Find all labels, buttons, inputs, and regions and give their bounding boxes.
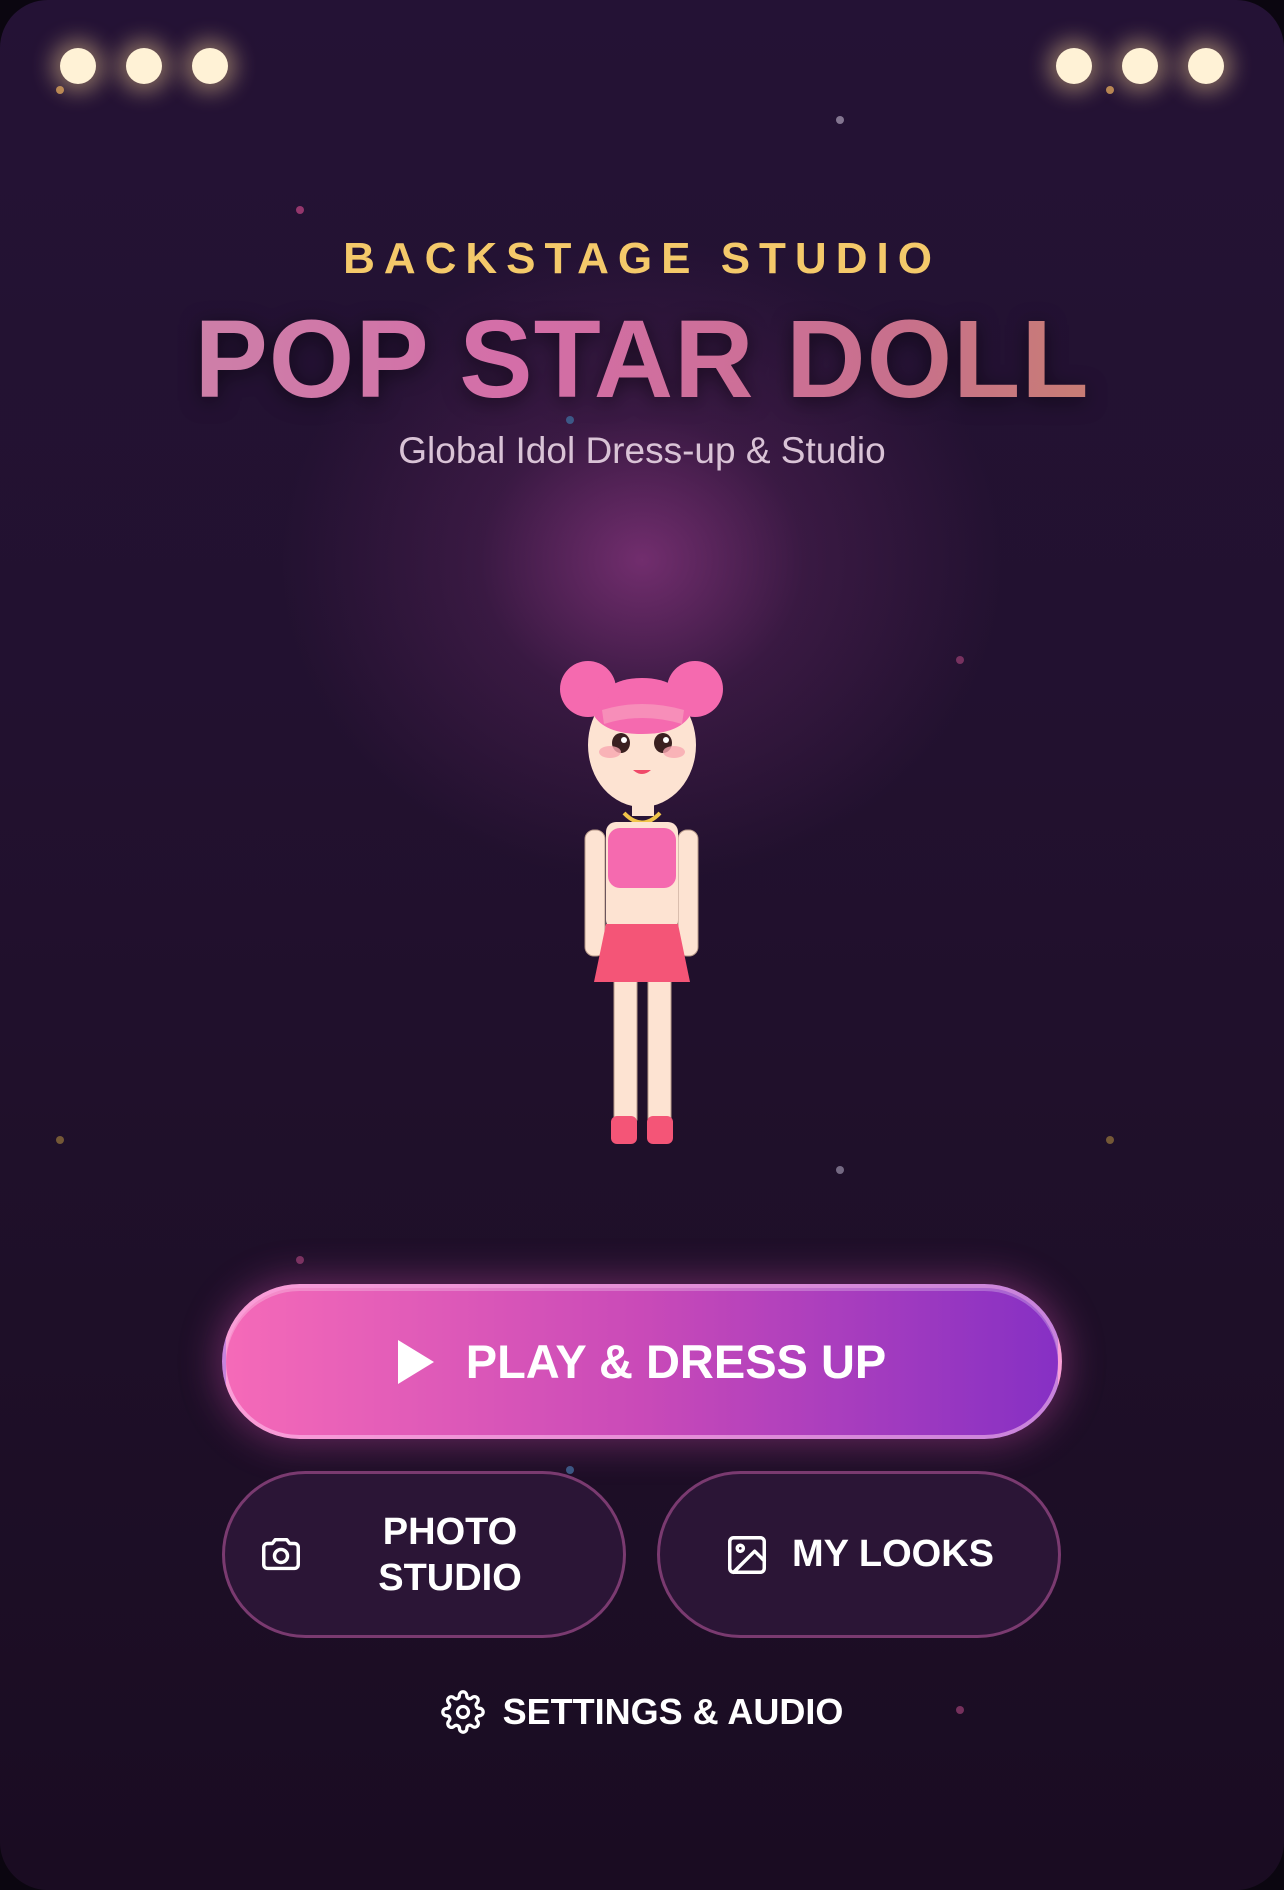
photo-studio-label: PHOTO STUDIO <box>378 1510 522 1599</box>
sparkle <box>566 1466 574 1474</box>
stage-light <box>1056 48 1092 84</box>
my-looks-button[interactable]: MY LOOKS <box>657 1471 1061 1638</box>
sparkle <box>56 86 64 94</box>
stage-light <box>126 48 162 84</box>
camera-icon <box>262 1537 300 1570</box>
doll-shoe-left <box>611 1116 637 1144</box>
settings-label: SETTINGS & AUDIO <box>502 1691 844 1732</box>
sparkle <box>956 656 964 664</box>
doll-arm-left <box>584 829 606 957</box>
doll-arm-right <box>677 829 699 957</box>
stage-light <box>1188 48 1224 84</box>
doll-shoe-right <box>647 1116 673 1144</box>
stage-light <box>1122 48 1158 84</box>
sparkle <box>1106 1136 1114 1144</box>
stage-light <box>60 48 96 84</box>
studio-subtitle: BACKSTAGE STUDIO <box>343 234 941 283</box>
doll-leg-right <box>647 979 672 1121</box>
gear-icon <box>440 1690 485 1734</box>
image-icon <box>728 1535 766 1574</box>
doll-cheek <box>599 746 621 758</box>
sparkle <box>56 1136 64 1144</box>
sparkle <box>296 206 304 214</box>
doll-leg-left <box>613 979 638 1121</box>
doll-skirt <box>594 924 690 982</box>
stage-light <box>192 48 228 84</box>
doll-cheek <box>663 746 685 758</box>
play-icon <box>397 1339 434 1384</box>
sparkle <box>296 1256 304 1264</box>
sparkle <box>836 116 844 124</box>
game-title: POP STAR DOLL <box>0 296 1284 423</box>
settings-audio-button[interactable]: SETTINGS & AUDIO <box>0 1690 1284 1734</box>
play-button-label: PLAY & DRESS UP <box>465 1335 887 1388</box>
sparkle <box>1106 86 1114 94</box>
photo-studio-button[interactable]: PHOTO STUDIO <box>222 1471 626 1638</box>
doll-crop-top <box>608 828 676 888</box>
main-menu-screen: BACKSTAGE STUDIO POP STAR DOLL Global Id… <box>0 0 1284 1890</box>
game-tagline: Global Idol Dress-up & Studio <box>398 430 886 471</box>
sparkle <box>836 1166 844 1174</box>
pop-star-doll <box>560 661 723 1144</box>
my-looks-label: MY LOOKS <box>792 1533 994 1575</box>
play-dress-up-button[interactable]: PLAY & DRESS UP <box>222 1284 1062 1439</box>
